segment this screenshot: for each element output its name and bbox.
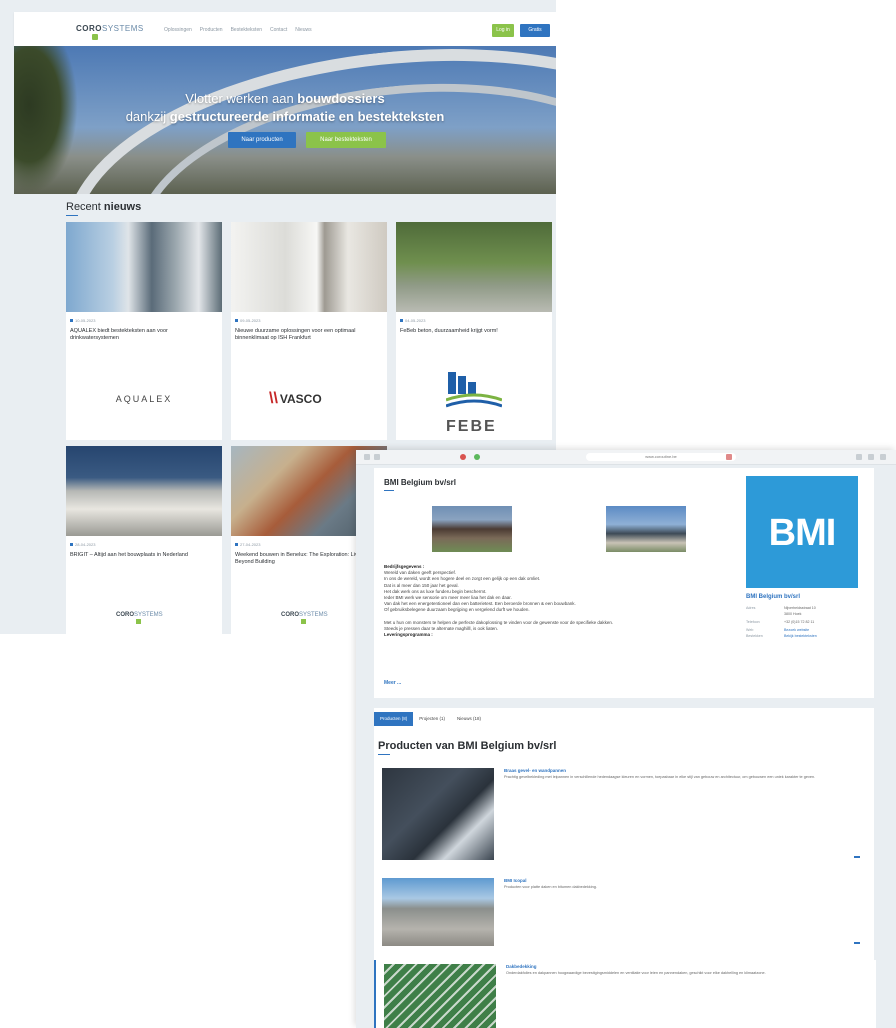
detail-tabs: Producten (8) Projecten (1) Nieuws (18) bbox=[374, 712, 487, 726]
product-thumbnail[interactable] bbox=[432, 506, 512, 552]
news-card[interactable]: 10-05-2023 AQUALEX biedt bestekteksten a… bbox=[66, 222, 222, 440]
news-title[interactable]: Nieuwe duurzame oplossingen voor een opt… bbox=[235, 328, 381, 342]
news-title[interactable]: AQUALEX biedt bestekteksten aan voor dri… bbox=[70, 328, 216, 342]
news-heading-underline bbox=[66, 215, 78, 216]
news-date: 04-05-2023 bbox=[400, 318, 425, 323]
logo-leaf-icon bbox=[92, 34, 98, 40]
sidebar-address: Nijverheidsstraat 10 bbox=[784, 606, 816, 610]
news-title[interactable]: FeBeb beton, duurzaamheid krijgt vorm! bbox=[400, 328, 546, 335]
tab-indicator-icon bbox=[460, 454, 466, 460]
news-card[interactable]: 09-05-2023 Nieuwe duurzame oplossingen v… bbox=[231, 222, 387, 440]
nav-item-oplossingen[interactable]: Oplossingen bbox=[164, 27, 192, 33]
specs-cta-button[interactable]: Naar bestekteksten bbox=[306, 132, 386, 148]
product-description: Prachtig gevelbekleding met leipannen in… bbox=[504, 775, 816, 779]
address-bar[interactable]: www.coroutine.be bbox=[586, 453, 736, 461]
register-button[interactable]: Gratis bbox=[520, 24, 550, 37]
product-thumbnail[interactable] bbox=[606, 506, 686, 552]
company-title-underline bbox=[384, 490, 394, 491]
news-heading: Recent nieuws bbox=[66, 201, 142, 213]
product-description: Producten voor platte daken en bitumen d… bbox=[504, 885, 597, 889]
product-name[interactable]: Dakbedekking bbox=[506, 964, 537, 969]
product-description: Onderdakfolies en dakpannen hoogwaardige… bbox=[506, 971, 766, 975]
detail-window: www.coroutine.be BMI Belgium bv/srl Bedr… bbox=[356, 450, 896, 1028]
site-logo[interactable]: COROSYSTEMS bbox=[76, 24, 144, 40]
sidebar-company-name: BMI Belgium bv/srl bbox=[746, 594, 801, 600]
news-date: 27-04-2023 bbox=[235, 542, 260, 547]
product-name[interactable]: Braas gevel- en wandpannen bbox=[504, 768, 566, 773]
tabs-overview-icon[interactable] bbox=[880, 454, 886, 460]
product-list-item[interactable]: Braas gevel- en wandpannen Prachtig geve… bbox=[374, 764, 874, 864]
login-button[interactable]: Log in bbox=[492, 24, 514, 37]
sidebar-phone[interactable]: +32 (0)15 72 82 11 bbox=[784, 620, 814, 624]
sidebar-website-link[interactable]: Bezoek website bbox=[784, 628, 809, 632]
news-card[interactable]: 04-05-2023 FeBeb beton, duurzaamheid kri… bbox=[396, 222, 552, 440]
sidebar-label: Web bbox=[746, 628, 754, 632]
logo-leaf-icon bbox=[136, 619, 141, 624]
tab-producten[interactable]: Producten (8) bbox=[374, 712, 414, 726]
products-cta-button[interactable]: Naar producten bbox=[228, 132, 296, 148]
coro-logo: COROSYSTEMS bbox=[281, 612, 328, 624]
arrow-right-icon[interactable] bbox=[854, 856, 860, 858]
nav-item-producten[interactable]: Producten bbox=[200, 27, 223, 33]
febe-logo-text: FEBE bbox=[446, 418, 497, 435]
arrow-right-icon[interactable] bbox=[854, 942, 860, 944]
sidebar-specs-link[interactable]: Bekijk bestekteksten bbox=[784, 634, 817, 638]
news-photo bbox=[231, 222, 387, 312]
sidebar-label: Adres bbox=[746, 606, 756, 610]
new-tab-icon[interactable] bbox=[868, 454, 874, 460]
news-title[interactable]: BRIGIT – Altijd aan het bouwplaats in Ne… bbox=[70, 552, 216, 559]
hero-banner: Vlotter werken aan bouwdossiers dankzij … bbox=[14, 46, 556, 194]
site-header: COROSYSTEMS Oplossingen Producten Bestek… bbox=[14, 12, 556, 46]
product-image[interactable] bbox=[382, 878, 494, 946]
browser-toolbar: www.coroutine.be bbox=[356, 450, 896, 465]
news-photo bbox=[66, 446, 222, 536]
product-list-item[interactable]: BMI Icopal Producten voor platte daken e… bbox=[374, 874, 874, 950]
sidebar-label: Bestekken bbox=[746, 634, 763, 638]
tab-nieuws[interactable]: Nieuws (18) bbox=[451, 712, 487, 726]
nav-item-contact[interactable]: Contact bbox=[270, 27, 287, 33]
news-date: 09-05-2023 bbox=[235, 318, 260, 323]
news-photo bbox=[396, 222, 552, 312]
shield-icon[interactable] bbox=[726, 454, 732, 460]
share-icon[interactable] bbox=[856, 454, 862, 460]
logo-leaf-icon bbox=[301, 619, 306, 624]
read-more-link[interactable]: Meer ... bbox=[384, 680, 401, 686]
hero-heading: Vlotter werken aan bouwdossiers dankzij … bbox=[125, 91, 445, 124]
product-image[interactable] bbox=[384, 964, 496, 1028]
tab-projecten[interactable]: Projecten (1) bbox=[413, 712, 451, 726]
news-photo bbox=[66, 222, 222, 312]
product-image[interactable] bbox=[382, 768, 494, 860]
vasco-logo: \\ VASCO bbox=[269, 390, 322, 407]
product-name[interactable]: BMI Icopal bbox=[504, 878, 527, 883]
sidebar-label: Telefoon bbox=[746, 620, 760, 624]
products-heading-underline bbox=[378, 754, 390, 755]
products-heading: Producten van BMI Belgium bv/srl bbox=[378, 740, 557, 752]
tab-indicator-icon bbox=[474, 454, 480, 460]
product-list-item[interactable]: Dakbedekking Onderdakfolies en dakpannen… bbox=[374, 960, 876, 1028]
news-date: 28-04-2023 bbox=[70, 542, 95, 547]
sidebar-toggle-icon[interactable] bbox=[364, 454, 370, 460]
bmi-logo: BMI bbox=[746, 476, 858, 588]
nav-item-bestekteksten[interactable]: Bestekteksten bbox=[231, 27, 262, 33]
sidebar-city: 3800 Hoek bbox=[784, 612, 802, 616]
news-date: 10-05-2023 bbox=[70, 318, 95, 323]
main-nav: Oplossingen Producten Bestekteksten Cont… bbox=[164, 27, 312, 33]
company-title: BMI Belgium bv/srl bbox=[384, 478, 457, 487]
news-card[interactable]: 28-04-2023 BRIGIT – Altijd aan het bouwp… bbox=[66, 446, 222, 634]
aqualex-logo: AQUALEX bbox=[115, 394, 173, 404]
coro-logo: COROSYSTEMS bbox=[116, 612, 163, 624]
back-icon[interactable] bbox=[374, 454, 380, 460]
company-description: Bedrijfsgegevens : Wereld van daken geef… bbox=[384, 564, 614, 638]
nav-item-nieuws[interactable]: Nieuws bbox=[295, 27, 311, 33]
febe-logo-mark bbox=[446, 372, 502, 408]
